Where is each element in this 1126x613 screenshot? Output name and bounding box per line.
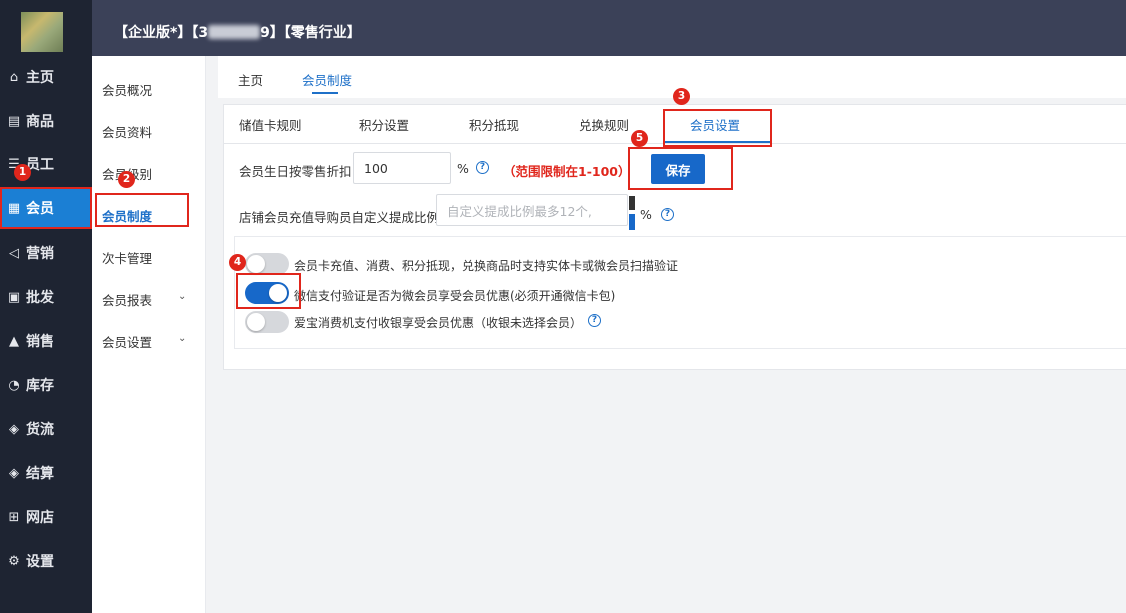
toggle-knob [247, 313, 265, 331]
top-bar: 【企业版*】【3 9】【零售行业】 [92, 0, 1126, 56]
step-badge: 1 [14, 164, 31, 181]
range-hint: （范围限制在1-100） [503, 164, 631, 179]
nav-item-label: 主页 [26, 70, 54, 86]
highlight-box [628, 147, 733, 190]
highlight-box [95, 193, 189, 227]
shop-icon: ⊞ [8, 509, 20, 525]
step-badge: 2 [118, 171, 135, 188]
main-sidebar: ⌂ 主页 ▤ 商品 ☰ 员工 ▦ 会员 ◁ 营销 ▣ 批发 ▲ 销售 ◔ 库存 … [0, 0, 92, 613]
wholesale-icon: ▣ [7, 289, 21, 305]
text-cursor [629, 196, 635, 230]
nav-item-label: 商品 [26, 114, 54, 130]
nav-item-home[interactable]: ⌂ 主页 [0, 57, 92, 97]
nav-item-label: 货流 [26, 422, 54, 438]
megaphone-icon: ◁ [9, 245, 19, 261]
help-icon[interactable]: ? [661, 208, 674, 221]
chevron-down-icon[interactable]: ⌄ [178, 291, 186, 302]
toggle-knob [247, 255, 265, 273]
gear-icon: ⚙ [8, 553, 20, 569]
toggle-label: 微信支付验证是否为微会员享受会员优惠(必须开通微信卡包) [294, 289, 616, 303]
nav-item-settings[interactable]: ⚙ 设置 [0, 541, 92, 581]
commission-input[interactable]: 自定义提成比例最多12个, [436, 194, 628, 226]
commission-label: 店铺会员充值导购员自定义提成比例 [239, 210, 440, 225]
tab-exchange-rules[interactable]: 兑换规则 [579, 115, 629, 134]
highlight-box [0, 187, 92, 229]
nav-item-label: 网店 [26, 510, 54, 526]
nav-item-wholesale[interactable]: ▣ 批发 [0, 277, 92, 317]
nav-item-sales[interactable]: ▲ 销售 [0, 321, 92, 361]
subnav-item-profiles[interactable]: 会员资料 [102, 122, 152, 141]
nav-item-shop[interactable]: ⊞ 网店 [0, 497, 92, 537]
nav-item-label: 结算 [26, 466, 54, 482]
redacted-id [208, 25, 261, 39]
toggle-consumer-machine-discount[interactable] [245, 311, 289, 333]
tab-points-settings[interactable]: 积分设置 [359, 115, 409, 134]
product-icon: ▤ [7, 113, 21, 129]
percent-sign: % [640, 207, 652, 222]
store-title: 【企业版*】【3 9】【零售行业】 [114, 25, 361, 41]
nav-item-marketing[interactable]: ◁ 营销 [0, 233, 92, 273]
help-icon[interactable]: ? [476, 161, 489, 174]
nav-item-label: 营销 [26, 246, 54, 262]
highlight-box [236, 273, 301, 309]
toggle-card-scan-verification[interactable] [245, 253, 289, 275]
nav-item-staff[interactable]: ☰ 员工 [0, 144, 92, 184]
subnav-item-reports[interactable]: 会员报表 [102, 290, 152, 309]
breadcrumb: 主页 会员制度 [218, 56, 1126, 98]
tab-stored-value-rules[interactable]: 储值卡规则 [239, 115, 302, 134]
breadcrumb-current[interactable]: 会员制度 [302, 70, 352, 89]
nav-item-products[interactable]: ▤ 商品 [0, 101, 92, 141]
chart-icon: ▲ [9, 333, 19, 349]
settlement-icon: ◈ [9, 465, 19, 481]
pie-icon: ◔ [8, 377, 20, 393]
subnav-item-member-settings[interactable]: 会员设置 [102, 332, 152, 351]
step-badge: 5 [631, 130, 648, 147]
nav-item-label: 库存 [26, 378, 54, 394]
member-subnav: 会员概况 会员资料 会员级别 会员制度 次卡管理 会员报表 ⌄ 会员设置 ⌄ [92, 56, 206, 613]
nav-item-label: 销售 [26, 334, 54, 350]
nav-item-label: 批发 [26, 290, 54, 306]
nav-item-label: 设置 [26, 554, 54, 570]
subnav-item-overview[interactable]: 会员概况 [102, 80, 152, 99]
nav-item-settlement[interactable]: ◈ 结算 [0, 453, 92, 493]
tab-points-redemption[interactable]: 积分抵现 [469, 115, 519, 134]
breadcrumb-home[interactable]: 主页 [238, 70, 263, 89]
toggle-label: 会员卡充值、消费、积分抵现，兑换商品时支持实体卡或微会员扫描验证 [294, 259, 679, 273]
nav-item-inventory[interactable]: ◔ 库存 [0, 365, 92, 405]
avatar[interactable] [21, 12, 63, 52]
help-icon[interactable]: ? [588, 314, 601, 327]
percent-sign: % [457, 161, 469, 176]
box-icon: ◈ [9, 421, 19, 437]
nav-item-logistics[interactable]: ◈ 货流 [0, 409, 92, 449]
step-badge: 4 [229, 254, 246, 271]
chevron-down-icon[interactable]: ⌄ [178, 333, 186, 344]
toggle-label: 爱宝消费机支付收银享受会员优惠（收银未选择会员） [294, 316, 583, 330]
step-badge: 3 [673, 88, 690, 105]
highlight-box [663, 109, 772, 147]
home-icon: ⌂ [9, 69, 19, 85]
birthday-discount-input[interactable]: 100 [353, 152, 451, 184]
breadcrumb-underline [312, 92, 338, 94]
subnav-item-card-management[interactable]: 次卡管理 [102, 248, 152, 267]
birthday-discount-label: 会员生日按零售折扣 [239, 164, 352, 179]
